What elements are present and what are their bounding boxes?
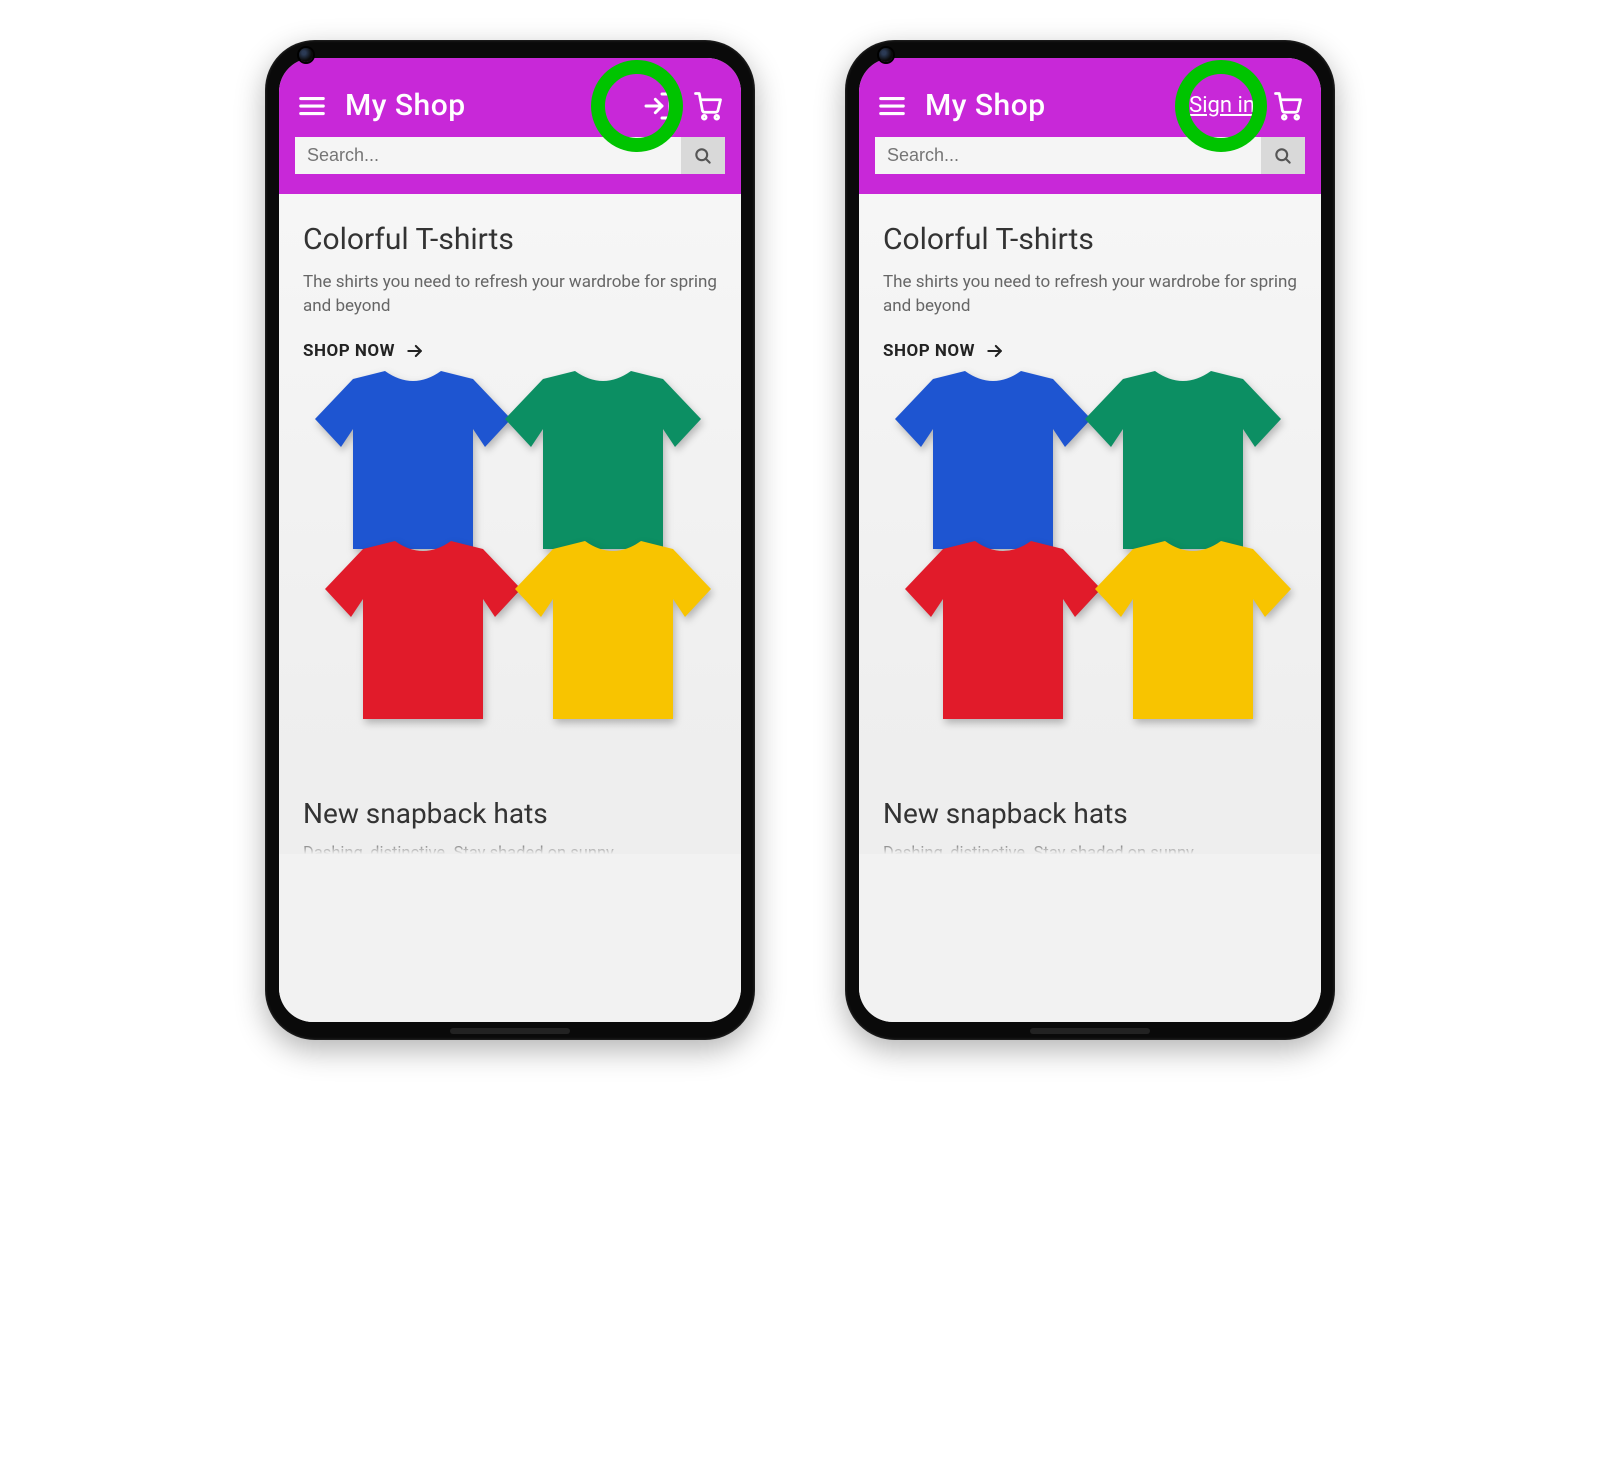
main-content: Colorful T-shirts The shirts you need to…	[279, 194, 741, 1022]
app-header: My Shop	[279, 58, 741, 194]
brand-title: My Shop	[345, 88, 466, 123]
main-content: Colorful T-shirts The shirts you need to…	[859, 194, 1321, 1022]
tshirt-yellow	[513, 539, 713, 729]
tshirt-blue	[313, 369, 513, 559]
search-input[interactable]	[295, 137, 681, 174]
hats-title: New snapback hats	[303, 797, 717, 830]
cart-icon[interactable]	[1271, 89, 1305, 123]
app-header: My Shop Sign in	[859, 58, 1321, 194]
cart-icon[interactable]	[691, 89, 725, 123]
sign-in-link[interactable]: Sign in	[1189, 93, 1255, 118]
tshirts-image	[883, 369, 1297, 749]
hero-section-tshirts: Colorful T-shirts The shirts you need to…	[279, 194, 741, 769]
phone-mockup-left: My Shop	[265, 40, 755, 1040]
phone-camera	[879, 48, 893, 62]
login-icon[interactable]	[641, 89, 675, 123]
hero-section-hats: New snapback hats Dashing, distinctive. …	[279, 769, 741, 854]
search-bar	[295, 137, 725, 174]
hero-subtitle: The shirts you need to refresh your ward…	[883, 271, 1297, 319]
search-button[interactable]	[681, 137, 725, 174]
arrow-right-icon	[985, 341, 1005, 361]
phone-screen: My Shop	[279, 58, 741, 1022]
hero-subtitle: The shirts you need to refresh your ward…	[303, 271, 717, 319]
shop-now-button[interactable]: SHOP NOW	[303, 341, 717, 361]
tshirt-green	[503, 369, 703, 559]
hamburger-menu-icon[interactable]	[295, 89, 329, 123]
shop-now-label: SHOP NOW	[303, 341, 395, 361]
tshirt-red	[903, 539, 1103, 729]
top-bar: My Shop	[295, 88, 725, 123]
tshirt-blue	[893, 369, 1093, 559]
hero-section-hats: New snapback hats Dashing, distinctive. …	[859, 769, 1321, 854]
shop-now-label: SHOP NOW	[883, 341, 975, 361]
search-input[interactable]	[875, 137, 1261, 174]
hero-title: Colorful T-shirts	[303, 222, 717, 257]
shop-now-button[interactable]: SHOP NOW	[883, 341, 1297, 361]
tshirts-image	[303, 369, 717, 749]
top-bar: My Shop Sign in	[875, 88, 1305, 123]
hero-section-tshirts: Colorful T-shirts The shirts you need to…	[859, 194, 1321, 769]
search-bar	[875, 137, 1305, 174]
hamburger-menu-icon[interactable]	[875, 89, 909, 123]
phone-camera	[299, 48, 313, 62]
search-button[interactable]	[1261, 137, 1305, 174]
phone-mockup-right: My Shop Sign in Colorf	[845, 40, 1335, 1040]
phone-screen: My Shop Sign in Colorf	[859, 58, 1321, 1022]
brand-title: My Shop	[925, 88, 1046, 123]
hats-subtitle-partial: Dashing, distinctive. Stay shaded on sun…	[883, 844, 1297, 854]
hats-subtitle-partial: Dashing, distinctive. Stay shaded on sun…	[303, 844, 717, 854]
hats-title: New snapback hats	[883, 797, 1297, 830]
tshirt-green	[1083, 369, 1283, 559]
tshirt-yellow	[1093, 539, 1293, 729]
tshirt-red	[323, 539, 523, 729]
arrow-right-icon	[405, 341, 425, 361]
hero-title: Colorful T-shirts	[883, 222, 1297, 257]
